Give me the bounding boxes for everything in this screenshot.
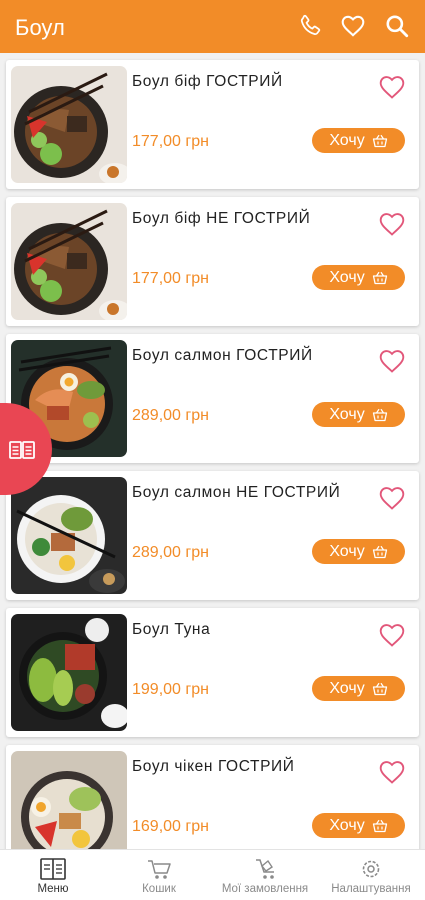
- search-icon[interactable]: [384, 13, 410, 39]
- favorite-heart-icon[interactable]: [378, 759, 406, 785]
- product-card[interactable]: Боул салмон ГОСТРИЙ 289,00 грн Хочу: [6, 334, 419, 463]
- nav-item-cart[interactable]: Кошик: [106, 850, 212, 900]
- nav-label: Кошик: [142, 883, 176, 895]
- nav-label: Налаштування: [331, 883, 411, 895]
- product-price: 169,00 грн: [132, 818, 209, 835]
- basket-icon: [372, 545, 387, 558]
- product-card[interactable]: Боул біф ГОСТРИЙ 177,00 грн Хочу: [6, 60, 419, 189]
- product-name: Боул чікен ГОСТРИЙ: [132, 758, 295, 775]
- nav-label: Мої замовлення: [221, 883, 309, 895]
- menu-book-icon: [40, 858, 66, 880]
- want-button-label: Хочу: [329, 816, 365, 834]
- want-button[interactable]: Хочу: [312, 402, 405, 427]
- product-card[interactable]: Боул чікен ГОСТРИЙ 169,00 грн Хочу: [6, 745, 419, 849]
- product-card[interactable]: Боул Туна 199,00 грн Хочу: [6, 608, 419, 737]
- settings-icon: [362, 860, 380, 878]
- product-image: [11, 477, 127, 594]
- basket-icon: [372, 271, 387, 284]
- product-image: [11, 203, 127, 320]
- product-price: 289,00 грн: [132, 544, 209, 561]
- product-name: Боул біф НЕ ГОСТРИЙ: [132, 210, 311, 227]
- nav-item-orders[interactable]: Мої замовлення: [212, 850, 318, 900]
- cart-icon: [148, 860, 171, 879]
- product-name: Боул салмон НЕ ГОСТРИЙ: [132, 484, 341, 501]
- favorite-heart-icon[interactable]: [378, 211, 406, 237]
- basket-icon: [372, 134, 387, 147]
- product-list[interactable]: Боул біф ГОСТРИЙ 177,00 грн Хочу Боул бі…: [0, 53, 425, 849]
- product-price: 177,00 грн: [132, 270, 209, 287]
- favorite-heart-icon[interactable]: [378, 74, 406, 100]
- favorite-heart-icon[interactable]: [378, 348, 406, 374]
- favorite-heart-icon[interactable]: [378, 622, 406, 648]
- favorite-heart-icon[interactable]: [378, 485, 406, 511]
- want-button-label: Хочу: [329, 405, 365, 423]
- basket-icon: [372, 408, 387, 421]
- basket-icon: [372, 819, 387, 832]
- page-title: Боул: [15, 15, 65, 40]
- product-name: Боул салмон ГОСТРИЙ: [132, 347, 313, 364]
- nav-label: Меню: [37, 883, 69, 895]
- want-button[interactable]: Хочу: [312, 813, 405, 838]
- basket-icon: [372, 682, 387, 695]
- product-name: Боул Туна: [132, 621, 211, 638]
- app-bar: Боул: [0, 0, 425, 53]
- bottom-navigation: Меню Кошик Мої замовлення Налаштування: [0, 849, 425, 900]
- want-button-label: Хочу: [329, 679, 365, 697]
- product-price: 177,00 грн: [132, 133, 209, 150]
- want-button[interactable]: Хочу: [312, 539, 405, 564]
- nav-item-menu[interactable]: Меню: [0, 850, 106, 900]
- product-image: [11, 614, 127, 731]
- want-button-label: Хочу: [329, 542, 365, 560]
- want-button-label: Хочу: [329, 131, 365, 149]
- phone-icon[interactable]: [297, 13, 323, 39]
- product-card[interactable]: Боул салмон НЕ ГОСТРИЙ 289,00 грн Хочу: [6, 471, 419, 600]
- product-card[interactable]: Боул біф НЕ ГОСТРИЙ 177,00 грн Хочу: [6, 197, 419, 326]
- book-icon: [9, 441, 35, 459]
- want-button[interactable]: Хочу: [312, 265, 405, 290]
- want-button-label: Хочу: [329, 268, 365, 286]
- nav-item-settings[interactable]: Налаштування: [318, 850, 424, 900]
- orders-icon: [256, 859, 274, 879]
- want-button[interactable]: Хочу: [312, 676, 405, 701]
- product-price: 199,00 грн: [132, 681, 209, 698]
- heart-icon[interactable]: [340, 13, 366, 39]
- product-image: [11, 751, 127, 849]
- product-image: [11, 66, 127, 183]
- want-button[interactable]: Хочу: [312, 128, 405, 153]
- product-price: 289,00 грн: [132, 407, 209, 424]
- product-name: Боул біф ГОСТРИЙ: [132, 73, 283, 90]
